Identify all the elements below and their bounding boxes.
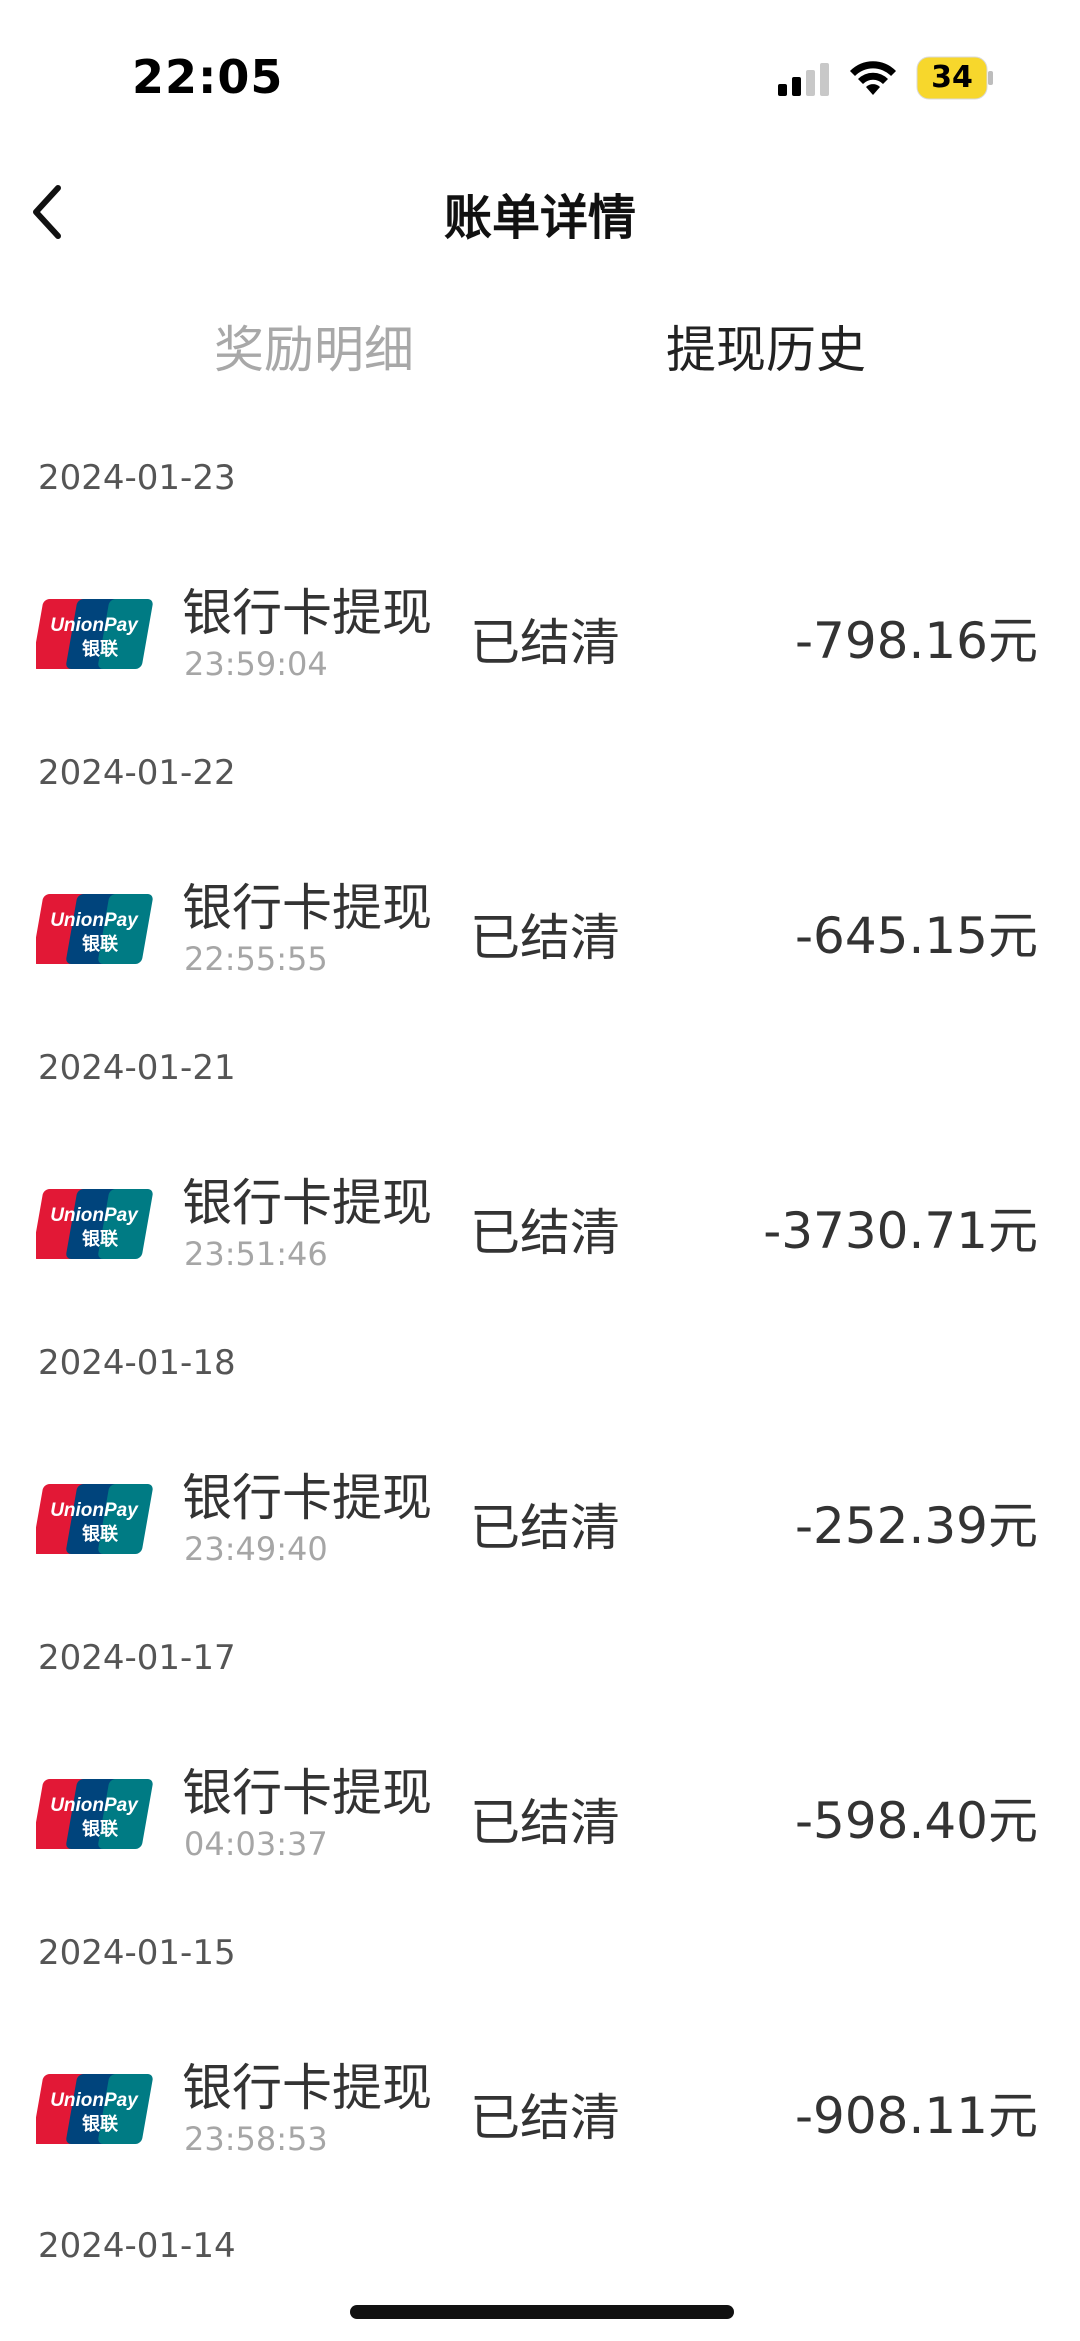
record-status: 已结清: [470, 909, 620, 967]
record-title: 银行卡提现: [182, 1764, 432, 1822]
record-time: 22:55:55: [184, 940, 328, 978]
cellular-signal-icon: [778, 63, 829, 96]
record-title: 银行卡提现: [182, 879, 432, 937]
date-label: 2024-01-21: [38, 1048, 236, 1088]
svg-text:银联: 银联: [82, 1523, 118, 1545]
record-title: 银行卡提现: [182, 2059, 432, 2117]
svg-text:UnionPay: UnionPay: [50, 1205, 139, 1226]
unionpay-icon: UnionPay 银联: [36, 2074, 153, 2144]
unionpay-icon: UnionPay 银联: [36, 599, 153, 669]
withdrawal-row[interactable]: UnionPay 银联 银行卡提现 23:51:46 已结清 -3730.71元: [0, 1125, 1080, 1285]
record-status: 已结清: [470, 2089, 620, 2147]
svg-text:UnionPay: UnionPay: [50, 910, 139, 931]
record-group: 2024-01-22 UnionPay 银联 银行卡提现 22:55:55 已结…: [0, 735, 1080, 1030]
record-status: 已结清: [470, 1794, 620, 1852]
battery-level: 34: [931, 60, 973, 95]
record-title: 银行卡提现: [182, 1174, 432, 1232]
record-time: 23:58:53: [184, 2120, 328, 2158]
svg-text:UnionPay: UnionPay: [50, 1795, 139, 1816]
svg-text:UnionPay: UnionPay: [50, 2090, 139, 2111]
home-indicator: [350, 2305, 734, 2319]
status-bar: 22:05 34: [0, 0, 1080, 160]
svg-text:银联: 银联: [82, 2113, 118, 2135]
record-time: 04:03:37: [184, 1825, 328, 1863]
withdrawal-row[interactable]: UnionPay 银联 银行卡提现 22:55:55 已结清 -645.15元: [0, 830, 1080, 990]
status-time: 22:05: [132, 50, 284, 104]
tab-withdrawal-history[interactable]: 提现历史: [586, 310, 946, 382]
tab-rewards-detail[interactable]: 奖励明细: [134, 310, 494, 382]
record-group: 2024-01-15 UnionPay 银联 银行卡提现 23:58:53 已结…: [0, 1915, 1080, 2210]
record-time: 23:51:46: [184, 1235, 328, 1273]
withdrawal-row[interactable]: UnionPay 银联 银行卡提现 23:49:40 已结清 -252.39元: [0, 1420, 1080, 1580]
unionpay-icon: UnionPay 银联: [36, 1484, 153, 1554]
record-amount: -645.15元: [795, 907, 1038, 965]
tab-bar: 奖励明细 提现历史: [0, 310, 1080, 390]
date-label: 2024-01-23: [38, 458, 236, 498]
record-status: 已结清: [470, 1499, 620, 1557]
svg-text:UnionPay: UnionPay: [50, 1500, 139, 1521]
record-group: 2024-01-23 UnionPay 银联 银行卡提现 23:59:04 已结…: [0, 440, 1080, 735]
record-group: 2024-01-18 UnionPay 银联 银行卡提现 23:49:40 已结…: [0, 1325, 1080, 1620]
withdrawal-row[interactable]: UnionPay 银联 银行卡提现 04:03:37 已结清 -598.40元: [0, 1715, 1080, 1875]
unionpay-icon: UnionPay 银联: [36, 894, 153, 964]
date-label: 2024-01-18: [38, 1343, 236, 1383]
nav-bar: 账单详情: [0, 160, 1080, 260]
record-status: 已结清: [470, 614, 620, 672]
record-time: 23:49:40: [184, 1530, 328, 1568]
svg-text:银联: 银联: [82, 1818, 118, 1840]
record-group: 2024-01-17 UnionPay 银联 银行卡提现 04:03:37 已结…: [0, 1620, 1080, 1915]
unionpay-icon: UnionPay 银联: [36, 1779, 153, 1849]
withdrawal-row[interactable]: UnionPay 银联 银行卡提现 23:59:04 已结清 -798.16元: [0, 535, 1080, 695]
date-label: 2024-01-14: [38, 2226, 236, 2266]
record-amount: -3730.71元: [763, 1202, 1038, 1260]
wifi-icon: [850, 61, 896, 95]
svg-text:银联: 银联: [82, 638, 118, 660]
date-label: 2024-01-15: [38, 1933, 236, 1973]
date-label: 2024-01-17: [38, 1638, 236, 1678]
record-status: 已结清: [470, 1204, 620, 1262]
date-label: 2024-01-22: [38, 753, 236, 793]
svg-text:银联: 银联: [82, 933, 118, 955]
record-title: 银行卡提现: [182, 584, 432, 642]
record-amount: -598.40元: [795, 1792, 1038, 1850]
svg-text:UnionPay: UnionPay: [50, 615, 139, 636]
record-amount: -798.16元: [795, 612, 1038, 670]
svg-text:银联: 银联: [82, 1228, 118, 1250]
record-amount: -252.39元: [795, 1497, 1038, 1555]
record-title: 银行卡提现: [182, 1469, 432, 1527]
withdrawal-row[interactable]: UnionPay 银联 银行卡提现 23:58:53 已结清 -908.11元: [0, 2010, 1080, 2170]
page-title: 账单详情: [443, 190, 636, 246]
record-amount: -908.11元: [795, 2087, 1038, 2145]
record-group: 2024-01-21 UnionPay 银联 银行卡提现 23:51:46 已结…: [0, 1030, 1080, 1325]
withdrawal-list: 2024-01-23 UnionPay 银联 银行卡提现 23:59:04 已结…: [0, 440, 1080, 2210]
record-time: 23:59:04: [184, 645, 328, 683]
unionpay-icon: UnionPay 银联: [36, 1189, 153, 1259]
